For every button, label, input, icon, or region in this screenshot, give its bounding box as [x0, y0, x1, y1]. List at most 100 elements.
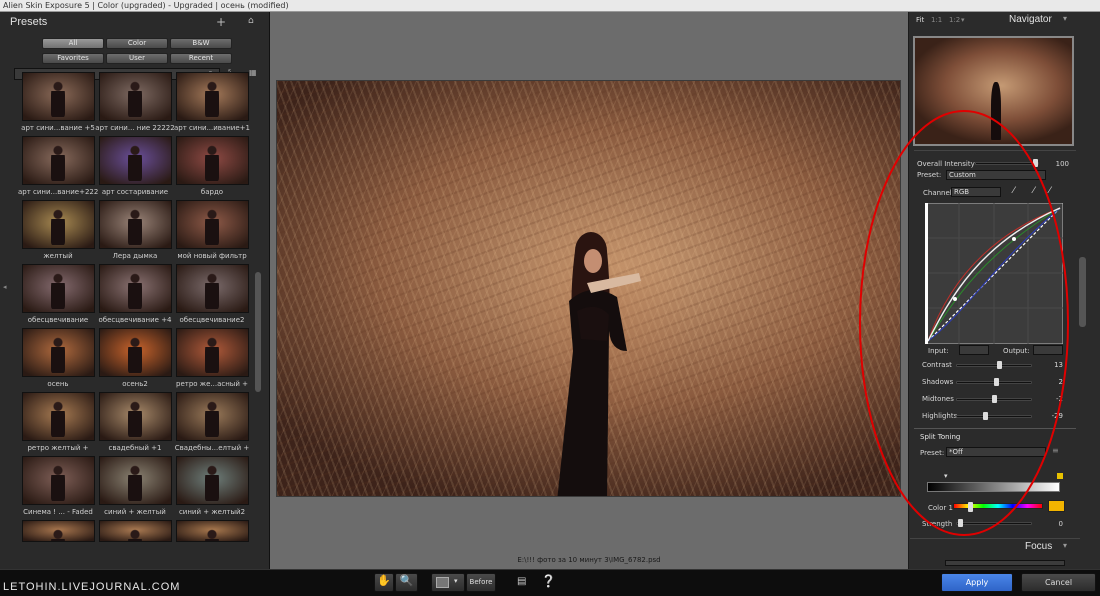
thumbnail-figure	[128, 529, 142, 541]
thumbnail-figure	[205, 145, 219, 181]
preset-thumbnail[interactable]	[99, 328, 172, 377]
navigator-collapse-icon[interactable]: ▾	[1063, 14, 1067, 23]
thumbnail-figure	[128, 81, 142, 117]
subject-figure	[557, 232, 641, 496]
preset-thumbnail[interactable]	[176, 72, 249, 121]
preset-thumbnail[interactable]	[176, 328, 249, 377]
preset-label: Свадебны...елтый +	[174, 444, 250, 452]
thumbnail-figure	[51, 145, 65, 181]
preset-label: Лера дымка	[112, 252, 158, 260]
file-path: E:\!!! фото за 10 минут 3\IMG_6782.psd	[517, 556, 661, 564]
preset-label: обесцвечивание +4	[98, 316, 172, 324]
preset-thumbnail[interactable]	[176, 136, 249, 185]
preset-thumbnail[interactable]	[99, 392, 172, 441]
preset-label: синий + желтый	[104, 508, 166, 516]
preset-thumbnail[interactable]	[99, 264, 172, 313]
thumbnail-figure	[205, 529, 219, 541]
thumbnail-figure	[205, 81, 219, 117]
preset-label: свадебный +1	[108, 444, 162, 452]
right-scrollbar[interactable]	[1079, 257, 1086, 327]
thumbnail-figure	[51, 337, 65, 373]
zoom-fit[interactable]: Fit	[916, 16, 924, 24]
thumbnail-figure	[51, 465, 65, 501]
cancel-button[interactable]: Cancel	[1021, 573, 1096, 592]
preset-label: синий + желтый2	[178, 508, 246, 516]
preset-thumbnail[interactable]	[99, 200, 172, 249]
preset-thumbnail[interactable]	[22, 200, 95, 249]
layout-icon[interactable]: ▤	[517, 576, 526, 587]
filter-all[interactable]: All	[42, 38, 104, 49]
apply-button[interactable]: Apply	[941, 573, 1013, 592]
thumbnail-figure	[51, 209, 65, 245]
preset-label: ретро желтый +	[27, 444, 89, 452]
view-mode-icon	[436, 577, 449, 588]
thumbnail-figure	[128, 273, 142, 309]
preset-thumbnail[interactable]	[99, 136, 172, 185]
thumbnail-figure	[205, 401, 219, 437]
filter-color[interactable]: Color	[106, 38, 168, 49]
presets-header: Presets	[10, 16, 48, 28]
preset-thumbnail[interactable]	[22, 136, 95, 185]
preset-label: обесцвечивание	[27, 316, 89, 324]
preset-thumbnail[interactable]	[176, 456, 249, 505]
preset-thumbnail[interactable]	[22, 520, 95, 542]
thumbnail-figure	[51, 273, 65, 309]
thumbnail-figure	[128, 401, 142, 437]
filter-recent[interactable]: Recent	[170, 53, 232, 64]
preset-thumbnail[interactable]	[22, 456, 95, 505]
preset-label: арт сини... ние 22222	[95, 124, 175, 132]
watermark: LETOHIN.LIVEJOURNAL.COM	[3, 581, 181, 593]
preset-thumbnail[interactable]	[22, 264, 95, 313]
zoom-dropdown-icon[interactable]: ▾	[961, 16, 965, 24]
zoom-1-1[interactable]: 1:1	[931, 16, 942, 24]
presets-panel: Presets + ⌂ All Color B&W Favorites User…	[0, 12, 270, 569]
hand-tool-icon[interactable]: ✋	[374, 573, 394, 592]
preset-thumbnail[interactable]	[176, 520, 249, 542]
preset-thumbnail[interactable]	[22, 392, 95, 441]
focus-panel-bar[interactable]	[945, 560, 1065, 566]
thumbnail-figure	[51, 81, 65, 117]
view-mode-button[interactable]: ▾	[431, 573, 465, 592]
home-icon[interactable]: ⌂	[248, 16, 254, 26]
preset-thumbnail[interactable]	[22, 72, 95, 121]
photo-preview[interactable]	[276, 80, 901, 497]
preset-thumbnail[interactable]	[99, 456, 172, 505]
collapse-left-icon[interactable]: ◂	[3, 283, 7, 291]
preset-label: мой новый фильтр	[177, 252, 247, 260]
focus-collapse-icon[interactable]: ▾	[1063, 541, 1067, 550]
filter-favorites[interactable]: Favorites	[42, 53, 104, 64]
zoom-tool-icon[interactable]: 🔍	[395, 573, 418, 592]
window-title: Alien Skin Exposure 5 | Color (upgraded)…	[0, 0, 1100, 12]
preset-label: осень2	[122, 380, 148, 388]
focus-title: Focus	[1025, 541, 1053, 552]
preset-label: бардо	[200, 188, 224, 196]
preset-label: обесцвечивание2	[179, 316, 245, 324]
thumbnail-figure	[205, 273, 219, 309]
preset-thumbnail[interactable]	[176, 264, 249, 313]
before-button[interactable]: Before	[466, 573, 496, 592]
thumbnail-figure	[205, 209, 219, 245]
thumbnail-figure	[205, 465, 219, 501]
preset-label: Синема ! ... - Faded	[23, 508, 93, 516]
preset-thumbnail[interactable]	[176, 392, 249, 441]
plus-icon[interactable]: +	[216, 15, 226, 29]
preset-thumbnail[interactable]	[22, 328, 95, 377]
preset-label: желтый	[43, 252, 73, 260]
grid-view-icon[interactable]: ▦	[249, 68, 257, 77]
dropdown-arrow-icon: ▾	[454, 577, 458, 585]
preset-label: арт состаривание	[101, 188, 169, 196]
preset-thumbnail[interactable]	[99, 520, 172, 542]
thumbnail-figure	[128, 145, 142, 181]
presets-scrollbar[interactable]	[255, 272, 261, 392]
filter-user[interactable]: User	[106, 53, 168, 64]
zoom-1-2[interactable]: 1:2	[949, 16, 960, 24]
thumbnail-figure	[128, 337, 142, 373]
thumbnail-figure	[128, 465, 142, 501]
filter-bw[interactable]: B&W	[170, 38, 232, 49]
help-icon[interactable]: ❔	[541, 574, 556, 588]
preset-label: арт сини...вание+222	[18, 188, 98, 196]
preset-thumbnail[interactable]	[99, 72, 172, 121]
preset-label: осень	[47, 380, 69, 388]
preset-thumbnail[interactable]	[176, 200, 249, 249]
thumbnail-figure	[205, 337, 219, 373]
